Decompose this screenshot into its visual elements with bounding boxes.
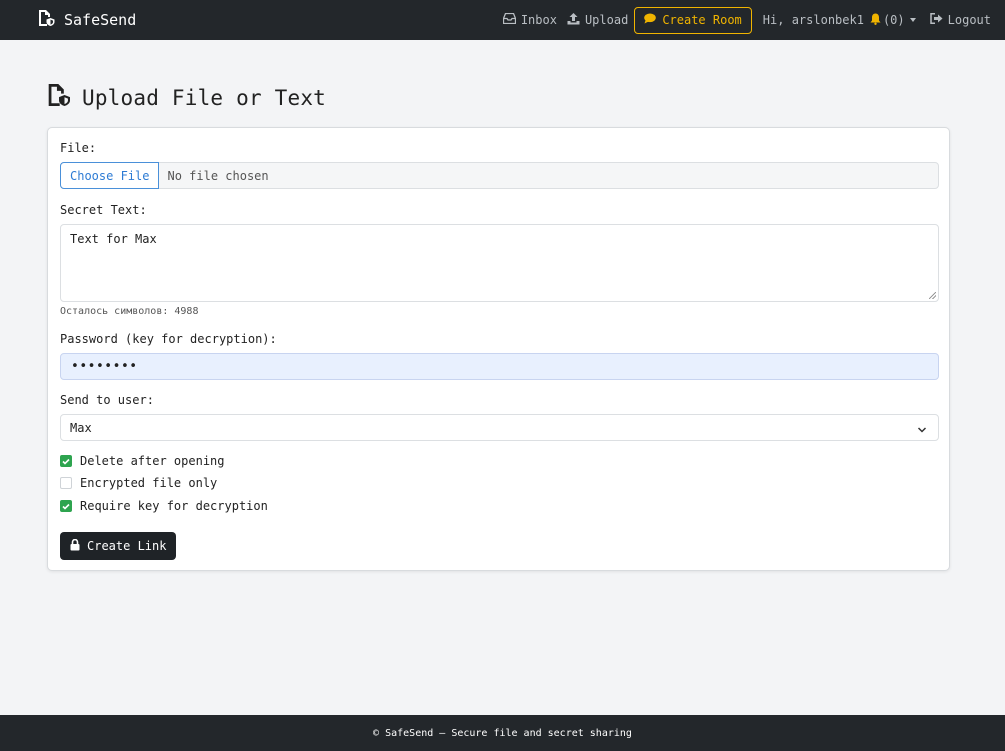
page-footer: © SafeSend — Secure file and secret shar… [0,715,1005,751]
delete-after-opening-label: Delete after opening [80,454,225,468]
notifications-dropdown[interactable]: (0) [870,13,927,28]
choose-file-button[interactable]: Choose File [60,162,160,189]
chevron-down-icon [917,423,927,437]
create-room-label: Create Room [662,13,742,27]
encrypted-file-only-label: Encrypted file only [80,476,218,490]
file-label: File: [60,141,97,155]
encrypted-file-only-option[interactable]: Encrypted file only [60,476,217,490]
file-status-text: No file chosen [167,168,269,183]
upload-icon [567,12,580,28]
secret-text-label: Secret Text: [60,203,147,217]
nav-inbox-link[interactable]: Inbox [498,12,562,27]
brand-link[interactable]: SafeSend [38,10,136,30]
file-input[interactable]: Choose File No file chosen [60,162,939,189]
notification-count: (0) [882,13,905,27]
bell-icon [870,13,881,28]
top-navbar: SafeSend Inbox Upload Create Room Hi, ar… [0,0,1005,40]
nav-upload-label: Upload [584,13,629,27]
file-shield-icon [47,84,71,111]
delete-after-opening-option[interactable]: Delete after opening [60,454,225,468]
secret-text-area[interactable]: Text for Max [60,224,939,302]
create-room-button[interactable]: Create Room [634,6,752,34]
encrypted-file-only-checkbox[interactable] [60,477,72,489]
secret-text-value: Text for Max [70,232,157,246]
password-label: Password (key for decryption): [60,332,277,346]
brand-name: SafeSend [64,11,137,29]
create-link-label: Create Link [87,539,167,553]
nav-links: Inbox Upload Create Room Hi, arslonbek1 … [498,6,991,34]
recipient-value: Max [70,420,92,435]
logout-link[interactable]: Logout [927,13,991,27]
lock-icon [70,538,80,554]
nav-inbox-label: Inbox [520,13,557,27]
password-field[interactable]: •••••••• [60,353,939,380]
require-key-checkbox[interactable] [60,500,72,512]
inbox-icon [502,12,516,27]
logout-label: Logout [947,13,991,27]
resize-handle-icon[interactable] [929,292,936,299]
footer-text: © SafeSend — Secure file and secret shar… [373,727,632,739]
user-greeting: Hi, arslonbek1 [762,13,864,27]
upload-form-card: File: Choose File No file chosen Secret … [47,127,950,571]
require-key-option[interactable]: Require key for decryption [60,499,268,513]
chat-bubble-icon [644,13,657,27]
create-link-button[interactable]: Create Link [60,532,177,560]
recipient-label: Send to user: [60,393,154,407]
delete-after-opening-checkbox[interactable] [60,455,72,467]
recipient-select[interactable]: Max [60,414,939,441]
page-title-text: Upload File or Text [82,85,327,110]
page-title: Upload File or Text [47,84,326,111]
char-counter: Осталось символов: 4988 [60,306,199,317]
sign-out-icon [929,13,943,27]
nav-upload-link[interactable]: Upload [562,12,633,28]
caret-down-icon [909,18,916,22]
password-value: •••••••• [71,359,138,374]
file-shield-icon [38,10,55,30]
require-key-label: Require key for decryption [80,499,268,513]
